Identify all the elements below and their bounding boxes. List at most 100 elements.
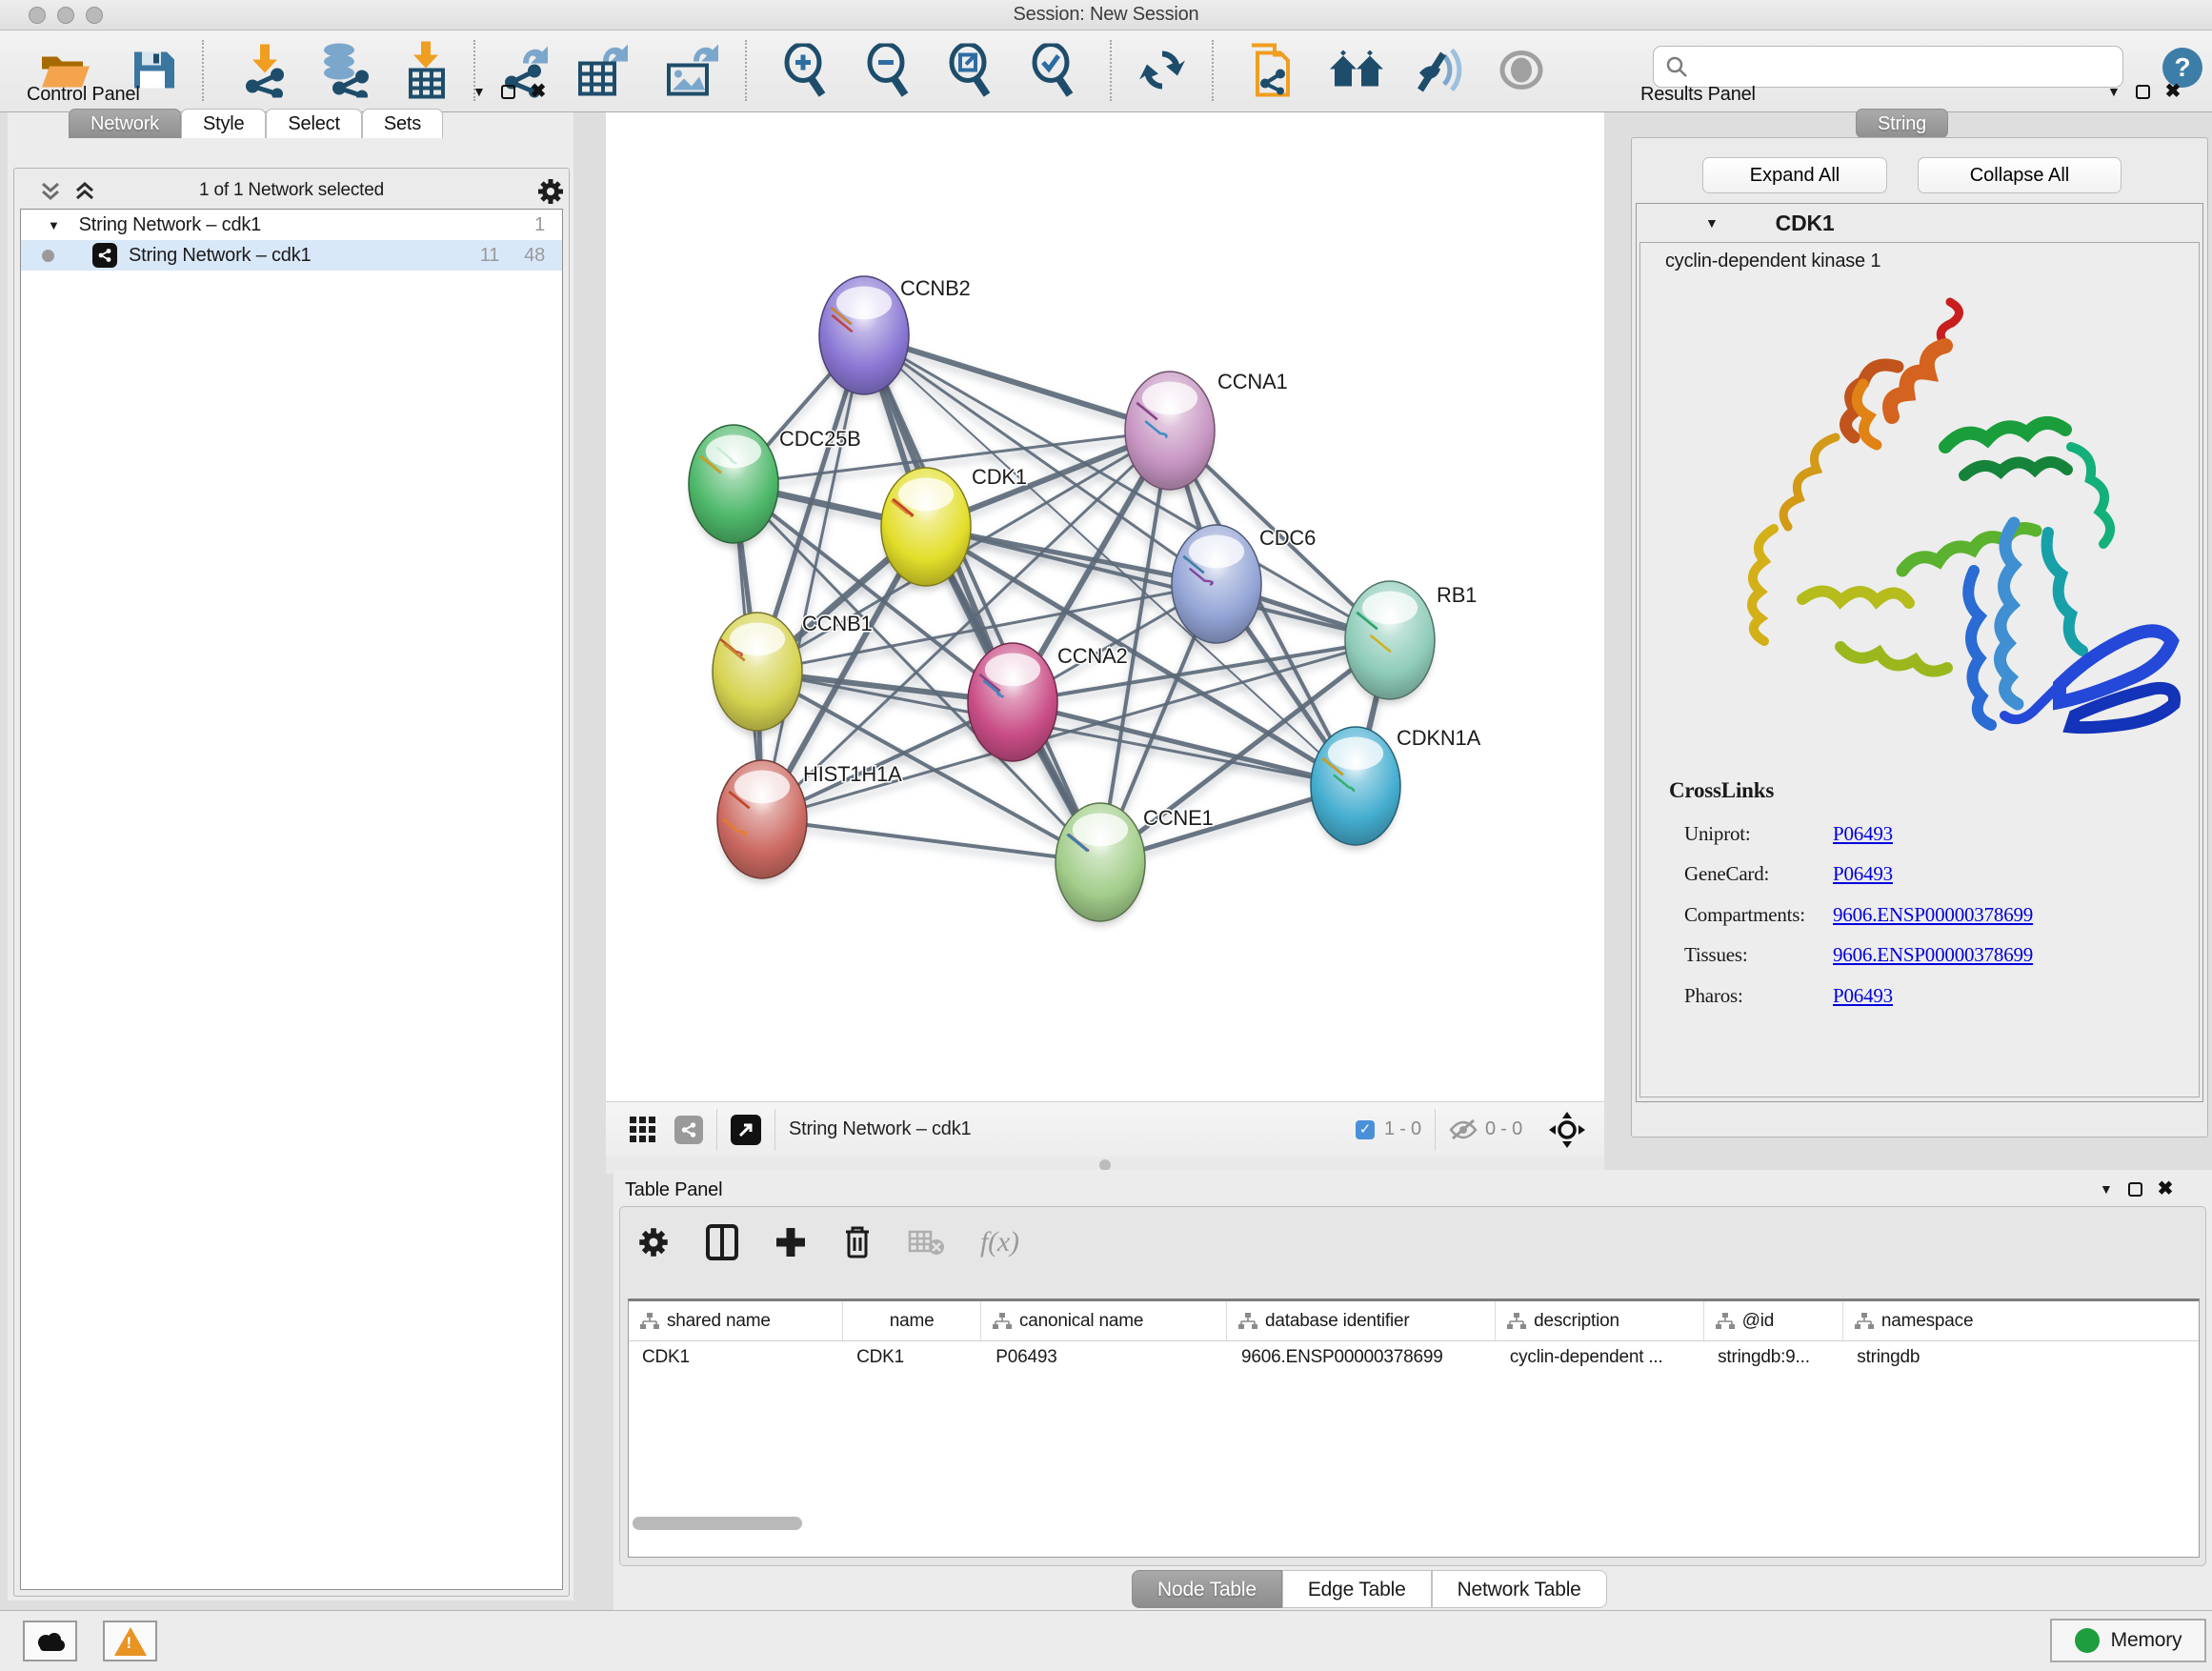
window-title: Session: New Session	[0, 4, 2212, 26]
import-table-icon[interactable]	[403, 42, 449, 104]
cell-description[interactable]: cyclin-dependent ...	[1497, 1347, 1704, 1368]
cell-database-identifier[interactable]: 9606.ENSP00000378699	[1228, 1347, 1497, 1368]
crosslink-label: Pharos:	[1684, 984, 1833, 1013]
delete-table-icon[interactable]	[908, 1228, 944, 1257]
network-collection-row[interactable]: ▼ String Network – cdk1 1	[21, 210, 562, 240]
gear-icon[interactable]	[536, 177, 565, 206]
crosslink-row: Compartments: 9606.ENSP00000378699	[1684, 903, 2180, 932]
network-node-ccna1[interactable]	[1125, 372, 1215, 490]
cell-namespace[interactable]: stringdb	[1843, 1347, 2199, 1368]
close-panel-icon[interactable]: ✖	[2158, 1182, 2174, 1197]
panel-menu-caret-icon[interactable]: ▼	[2107, 84, 2121, 99]
tab-network[interactable]: Network	[69, 109, 181, 138]
tab-style[interactable]: Style	[181, 109, 266, 138]
network-node-rb1[interactable]	[1345, 581, 1435, 699]
column-type-icon	[1716, 1313, 1735, 1330]
network-canvas[interactable]: CCNB2CCNA1CDC25BCDK1CDC6RB1CCNB1CCNA2CDK…	[606, 112, 1604, 1101]
function-builder-icon[interactable]: f(x)	[980, 1226, 1019, 1258]
float-panel-icon[interactable]	[501, 85, 515, 99]
zoom-selected-icon[interactable]	[1028, 44, 1077, 102]
grid-view-icon[interactable]	[629, 1116, 657, 1144]
export-image-icon[interactable]	[665, 43, 720, 103]
refresh-icon[interactable]	[1138, 46, 1186, 100]
node-label-cdc6: CDC6	[1259, 526, 1316, 550]
gear-icon[interactable]	[637, 1226, 670, 1258]
zoom-out-icon[interactable]	[863, 44, 913, 102]
network-node-cdc6[interactable]	[1172, 525, 1261, 643]
birdseye-navigator-icon[interactable]	[1549, 1112, 1585, 1148]
search-bar[interactable]	[1653, 46, 2123, 88]
style-eye-icon[interactable]	[1412, 47, 1465, 99]
tab-edge-table[interactable]: Edge Table	[1282, 1570, 1432, 1608]
export-table-icon[interactable]	[576, 43, 630, 103]
section-expander-icon[interactable]: ▼	[1705, 215, 1719, 231]
expand-all-button[interactable]: Expand All	[1702, 157, 1887, 193]
collapse-all-button[interactable]: Collapse All	[1918, 157, 2122, 193]
horizontal-scrollbar[interactable]	[633, 1517, 802, 1530]
network-node-hist1h1a[interactable]	[717, 760, 807, 878]
import-database-icon[interactable]	[318, 43, 372, 103]
memory-button[interactable]: Memory	[2050, 1619, 2206, 1662]
add-column-icon[interactable]	[774, 1226, 807, 1258]
eye-icon[interactable]	[1498, 48, 1544, 98]
zoom-in-icon[interactable]	[780, 44, 830, 102]
column-header[interactable]: @id	[1704, 1301, 1843, 1340]
node-label-rb1: RB1	[1437, 583, 1477, 607]
table-row[interactable]: CDK1 CDK1 P06493 9606.ENSP00000378699 cy…	[629, 1341, 2199, 1374]
cell-canonical-name[interactable]: P06493	[982, 1347, 1228, 1368]
node-label-cdk1: CDK1	[972, 465, 1027, 489]
clone-network-icon[interactable]	[1244, 42, 1294, 104]
cloud-button[interactable]	[23, 1621, 77, 1661]
network-node-cdkn1a[interactable]	[1311, 727, 1400, 845]
network-row-selected[interactable]: String Network – cdk1 11 48	[21, 240, 562, 271]
memory-status-dot	[2075, 1628, 2100, 1653]
network-node-ccna2[interactable]	[968, 643, 1057, 761]
import-network-icon[interactable]	[239, 43, 291, 103]
separator	[716, 1109, 717, 1151]
tab-node-table[interactable]: Node Table	[1132, 1570, 1282, 1608]
crosslink-link[interactable]: 9606.ENSP00000378699	[1833, 943, 2033, 972]
close-panel-icon[interactable]: ✖	[2165, 85, 2182, 99]
column-header[interactable]: description	[1496, 1301, 1704, 1340]
detach-view-icon[interactable]	[731, 1115, 761, 1145]
network-node-cdk1[interactable]	[881, 468, 971, 586]
cell-shared-name[interactable]: CDK1	[629, 1347, 843, 1368]
houses-icon[interactable]	[1328, 49, 1387, 97]
tab-select[interactable]: Select	[266, 109, 361, 138]
float-panel-icon[interactable]	[2136, 85, 2150, 99]
column-header[interactable]: database identifier	[1227, 1301, 1496, 1340]
cell-name[interactable]: CDK1	[843, 1347, 982, 1368]
crosslink-link[interactable]: 9606.ENSP00000378699	[1833, 903, 2033, 932]
panel-menu-caret-icon[interactable]: ▼	[473, 84, 486, 99]
delete-column-icon[interactable]	[843, 1224, 872, 1260]
float-panel-icon[interactable]	[2128, 1182, 2142, 1197]
crosslink-link[interactable]: P06493	[1833, 984, 1893, 1013]
panel-menu-caret-icon[interactable]: ▼	[2100, 1181, 2113, 1197]
hidden-eye-icon[interactable]	[1449, 1117, 1478, 1142]
close-panel-icon[interactable]: ✖	[531, 85, 547, 99]
column-type-icon	[1507, 1313, 1526, 1330]
tab-network-table[interactable]: Network Table	[1432, 1570, 1607, 1608]
tree-expander-icon[interactable]: ▼	[48, 218, 60, 232]
tab-sets[interactable]: Sets	[362, 109, 443, 138]
crosslink-link[interactable]: P06493	[1833, 822, 1893, 851]
cell-id[interactable]: stringdb:9...	[1704, 1347, 1843, 1368]
column-header[interactable]: canonical name	[981, 1301, 1227, 1340]
search-input[interactable]	[1696, 56, 2122, 77]
warning-button[interactable]: !	[103, 1621, 157, 1661]
tab-string[interactable]: String	[1856, 109, 1948, 138]
hidden-node-edge-counts: 0 - 0	[1485, 1118, 1522, 1140]
node-label-hist1h1a: HIST1H1A	[803, 762, 902, 786]
column-header[interactable]: namespace	[1843, 1301, 2199, 1340]
network-node-ccnb2[interactable]	[819, 276, 909, 394]
zoom-fit-icon[interactable]	[945, 44, 995, 102]
network-node-cdc25b[interactable]	[689, 425, 778, 543]
network-node-ccne1[interactable]	[1056, 803, 1145, 921]
show-columns-icon[interactable]	[706, 1224, 738, 1260]
network-view-icon[interactable]	[674, 1116, 703, 1144]
column-header[interactable]: name	[843, 1301, 981, 1340]
network-node-ccnb1[interactable]	[713, 613, 802, 731]
selected-checkbox-icon[interactable]: ✓	[1356, 1120, 1375, 1139]
crosslink-link[interactable]: P06493	[1833, 862, 1893, 891]
column-header[interactable]: shared name	[629, 1301, 843, 1340]
